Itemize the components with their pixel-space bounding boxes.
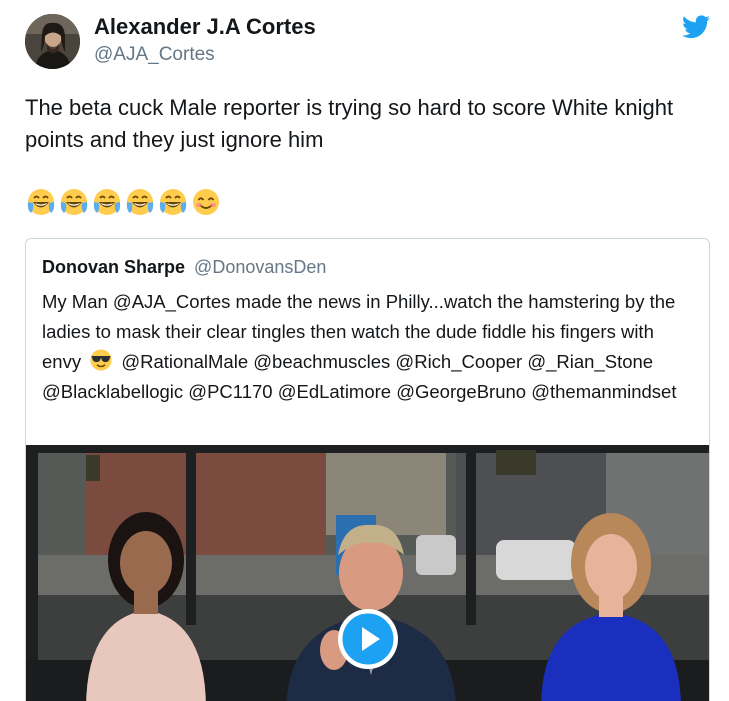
quoted-author-name[interactable]: Donovan Sharpe bbox=[42, 257, 185, 277]
quoted-author-handle[interactable]: @DonovansDen bbox=[194, 257, 326, 277]
quoted-tweet-text: My Man @AJA_Cortes made the news in Phil… bbox=[42, 287, 692, 407]
author-avatar[interactable] bbox=[25, 14, 80, 69]
quoted-tweet[interactable]: Donovan Sharpe @DonovansDen My Man @AJA_… bbox=[25, 238, 710, 701]
play-icon bbox=[339, 610, 397, 668]
face-with-tears-of-joy-icon bbox=[60, 189, 88, 215]
face-with-tears-of-joy-icon bbox=[27, 189, 55, 215]
smiling-face-with-smiling-eyes-icon bbox=[193, 189, 219, 215]
avatar-image bbox=[25, 14, 80, 69]
emoji-row bbox=[25, 186, 222, 218]
quoted-text-part-2: @RationalMale @beachmuscles @Rich_Cooper… bbox=[42, 351, 677, 402]
face-with-tears-of-joy-icon bbox=[93, 189, 121, 215]
author-name[interactable]: Alexander J.A Cortes bbox=[94, 14, 316, 40]
tweet-text: The beta cuck Male reporter is trying so… bbox=[25, 95, 674, 152]
play-button[interactable] bbox=[338, 609, 398, 669]
tweet-card: Alexander J.A Cortes @AJA_Cortes The bet… bbox=[0, 0, 729, 701]
face-with-tears-of-joy-icon bbox=[126, 189, 154, 215]
quoted-tweet-header: Donovan Sharpe @DonovansDen bbox=[42, 257, 326, 278]
twitter-bird-icon[interactable] bbox=[682, 15, 710, 39]
author-handle[interactable]: @AJA_Cortes bbox=[94, 44, 215, 66]
video-thumbnail[interactable] bbox=[26, 445, 709, 701]
smiling-face-with-sunglasses-icon bbox=[90, 349, 112, 371]
face-with-tears-of-joy-icon bbox=[159, 189, 187, 215]
